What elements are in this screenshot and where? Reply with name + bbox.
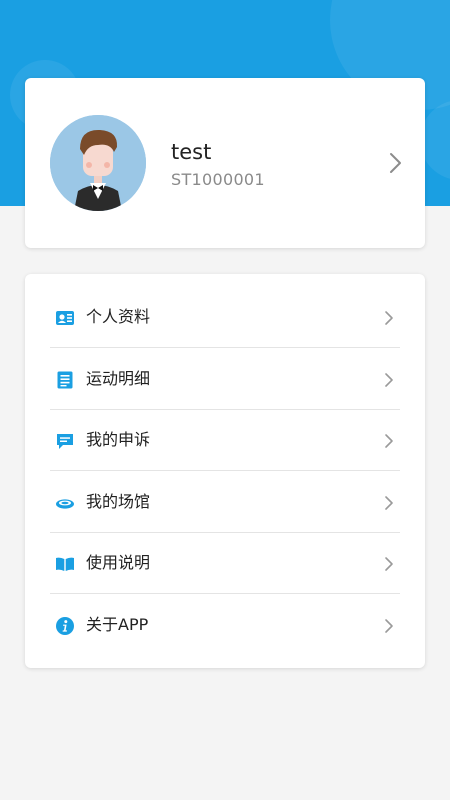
divider <box>50 470 400 471</box>
chevron-right-icon <box>384 310 394 326</box>
chat-bubble-icon <box>55 431 75 451</box>
user-name: test <box>171 140 212 164</box>
menu-item-label: 使用说明 <box>86 553 151 572</box>
menu-list: 个人资料 运动明细 我的申诉 我的场馆 使用说明 关于APP <box>25 274 425 668</box>
menu-item-label: 我的申诉 <box>86 430 151 449</box>
document-list-icon <box>55 370 75 390</box>
menu-item-label: 我的场馆 <box>86 492 151 511</box>
id-card-icon <box>55 308 75 328</box>
menu-item-about-app[interactable]: 关于APP <box>50 595 400 656</box>
user-id: ST1000001 <box>171 170 265 189</box>
info-icon <box>55 616 75 636</box>
menu-item-profile[interactable]: 个人资料 <box>50 287 400 348</box>
menu-item-exercise-details[interactable]: 运动明细 <box>50 349 400 410</box>
chevron-right-icon <box>384 556 394 572</box>
profile-card[interactable]: test ST1000001 <box>25 78 425 248</box>
chevron-right-icon <box>384 433 394 449</box>
menu-item-my-venues[interactable]: 我的场馆 <box>50 472 400 533</box>
menu-item-label: 个人资料 <box>86 307 151 326</box>
open-book-icon <box>55 554 75 574</box>
chevron-right-icon <box>384 372 394 388</box>
menu-item-instructions[interactable]: 使用说明 <box>50 533 400 594</box>
divider <box>50 347 400 348</box>
divider <box>50 593 400 594</box>
chevron-right-icon <box>384 495 394 511</box>
menu-item-my-appeals[interactable]: 我的申诉 <box>50 410 400 471</box>
venue-icon <box>55 493 75 513</box>
menu-item-label: 关于APP <box>86 615 149 634</box>
menu-item-label: 运动明细 <box>86 369 151 388</box>
avatar-icon[interactable] <box>50 115 146 211</box>
chevron-right-icon <box>389 152 403 174</box>
chevron-right-icon <box>384 618 394 634</box>
